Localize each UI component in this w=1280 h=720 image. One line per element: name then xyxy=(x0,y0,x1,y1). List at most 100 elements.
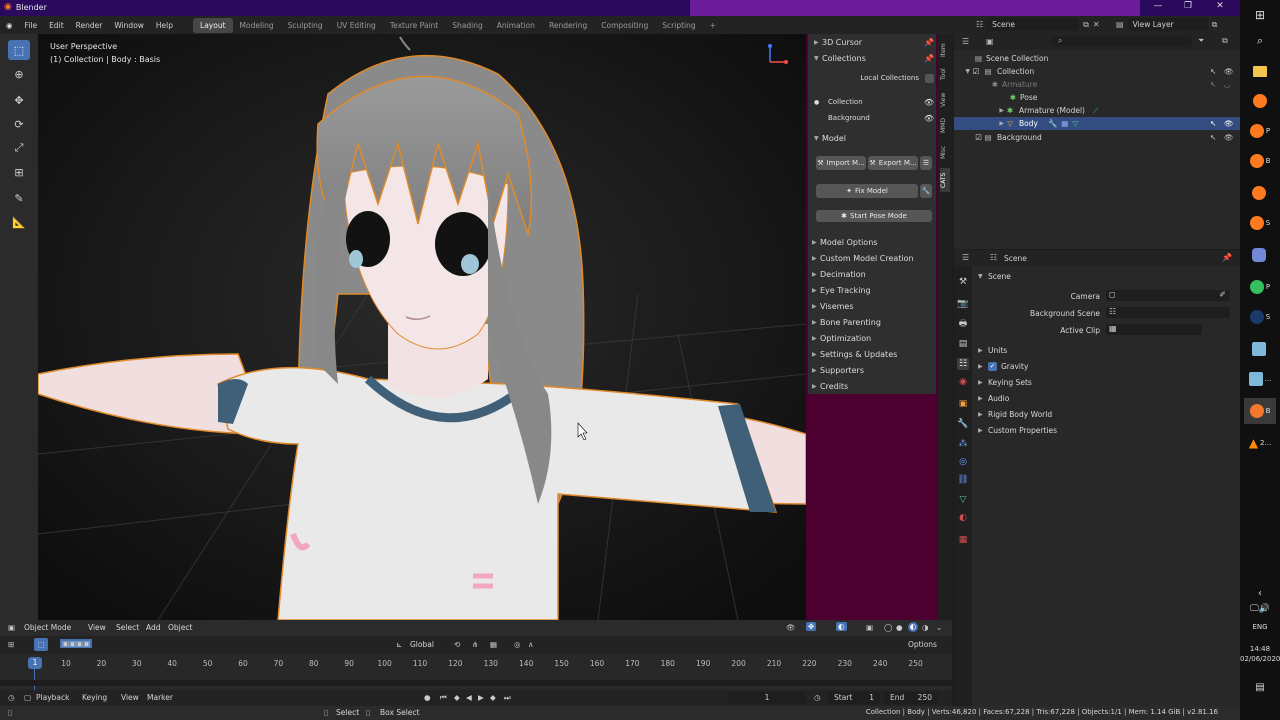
tab-shading[interactable]: Shading xyxy=(445,18,489,33)
data-props-icon[interactable]: ▽ xyxy=(957,494,969,506)
checkbox-icon[interactable]: ☑ xyxy=(954,133,982,142)
snap-target-icon[interactable]: ▦ xyxy=(490,640,497,649)
measure-tool-icon[interactable]: 📐 xyxy=(8,212,30,232)
firefox-window-icon[interactable]: S xyxy=(1244,210,1276,236)
select-box-mode-icon[interactable]: ⬚ xyxy=(34,638,48,651)
fix-model-settings-button[interactable]: 🔧 xyxy=(920,184,932,198)
hidden-eye-icon[interactable]: ◡ xyxy=(1224,80,1231,89)
new-collection-icon[interactable]: ⧉ xyxy=(1222,36,1228,46)
app-green-icon[interactable]: P xyxy=(1244,274,1276,300)
section-supporters[interactable]: ▶ Supporters xyxy=(812,364,932,376)
jump-end-icon[interactable]: ⏭ xyxy=(504,693,511,703)
outliner-row[interactable]: ▼ ☑ ▤ Collection ↖ 👁 xyxy=(954,65,1240,78)
falloff-icon[interactable]: ∧ xyxy=(528,640,534,649)
timeline-editor-icon[interactable]: ◷ xyxy=(8,693,15,702)
proportional-edit-icon[interactable]: ◎ xyxy=(514,640,521,649)
firefox-window-icon[interactable]: P xyxy=(1244,118,1276,144)
tab-item[interactable]: Item xyxy=(940,40,950,60)
outliner-row[interactable]: ☑ ▤ Background ↖ 👁 xyxy=(954,131,1240,144)
select-arrow-icon[interactable]: ↖ xyxy=(1210,67,1216,76)
outliner-scene-collection[interactable]: ▤ Scene Collection xyxy=(954,52,1240,65)
render-props-icon[interactable]: 📷 xyxy=(957,298,969,310)
pin-icon[interactable]: 📌 xyxy=(924,54,934,63)
menu-edit[interactable]: Edit xyxy=(43,21,70,30)
select-arrow-icon[interactable]: ↖ xyxy=(1210,119,1216,128)
windows-start-icon[interactable]: ⊞ xyxy=(1244,2,1276,28)
outliner-editor-icon[interactable]: ☰ xyxy=(962,37,969,46)
gizmo-toggle-icon[interactable]: ✥ xyxy=(806,622,817,631)
eye-icon[interactable]: 👁 xyxy=(924,98,934,107)
select-arrow-icon[interactable]: ↖ xyxy=(1210,133,1216,142)
taskbar-search-icon[interactable]: ⌕ xyxy=(1244,28,1276,54)
constraints-props-icon[interactable]: ⛓ xyxy=(957,474,969,486)
tab-cats[interactable]: CATS xyxy=(940,168,950,192)
tab-view[interactable]: View xyxy=(940,90,950,110)
clock-icon[interactable]: ◷ xyxy=(814,693,821,702)
output-props-icon[interactable]: 🖶 xyxy=(957,318,969,330)
camera-field[interactable]: ◻ ✐ xyxy=(1106,290,1230,301)
display-mode-icon[interactable]: ▣ xyxy=(986,37,994,46)
mode-selector[interactable]: Object Mode xyxy=(24,623,71,632)
scene-selector[interactable]: ☷ Scene ⧉ ✕ xyxy=(976,18,1100,31)
transform-tool-icon[interactable]: ⊞ xyxy=(8,162,30,182)
menu-view[interactable]: View xyxy=(88,623,106,632)
tool-settings-icon[interactable]: ⊞ xyxy=(8,640,14,649)
scene-panel-header[interactable]: ▼ Scene xyxy=(978,272,1011,281)
menu-select[interactable]: Select xyxy=(116,623,139,632)
modifier-props-icon[interactable]: 🔧 xyxy=(957,418,969,430)
minimize-button[interactable]: — xyxy=(1148,1,1168,11)
keying-sets-panel[interactable]: ▶ Keying Sets xyxy=(978,378,1032,387)
scale-tool-icon[interactable]: ⤢ xyxy=(8,138,30,158)
end-frame-field[interactable]: End 250 xyxy=(884,692,938,704)
scene-name-field[interactable]: Scene xyxy=(987,18,1080,31)
play-icon[interactable]: ▶ xyxy=(478,693,484,702)
options-dropdown[interactable]: Options xyxy=(908,640,937,649)
world-props-icon[interactable]: ◉ xyxy=(957,376,969,388)
timeline-scrollbar[interactable] xyxy=(0,680,952,686)
outliner-row[interactable]: ✱ Armature ↖ ◡ xyxy=(954,78,1240,91)
tab-scripting[interactable]: Scripting xyxy=(655,18,702,33)
select-arrow-icon[interactable]: ↖ xyxy=(1210,80,1216,89)
record-icon[interactable]: ● xyxy=(424,693,431,702)
vlc-icon[interactable]: ▲ 2... xyxy=(1244,430,1276,456)
wireframe-shading-icon[interactable]: ◯ xyxy=(884,623,892,632)
file-explorer-icon[interactable] xyxy=(1244,58,1276,84)
cursor-tool-icon[interactable]: ⊕ xyxy=(8,64,30,84)
app-cube-icon[interactable] xyxy=(1244,336,1276,362)
shading-options-icon[interactable]: ⌄ xyxy=(936,623,942,632)
visibility-icon[interactable]: 👁 xyxy=(786,623,796,632)
menu-object[interactable]: Object xyxy=(168,623,192,632)
menu-marker[interactable]: Marker xyxy=(147,693,173,702)
section-decimation[interactable]: ▶ Decimation xyxy=(812,268,932,280)
local-collections-toggle[interactable]: Local Collections xyxy=(814,72,934,84)
outliner-row[interactable]: ▶ ▽ Body 🔧 ▦ ▽ ↖ 👁 xyxy=(954,117,1240,130)
section-model-options[interactable]: ▶ Model Options xyxy=(812,236,932,248)
select-box-tool-icon[interactable]: ⬚ xyxy=(8,40,30,60)
pin-icon[interactable]: 📌 xyxy=(1222,253,1232,262)
eye-icon[interactable]: 👁 xyxy=(924,114,934,123)
menu-help[interactable]: Help xyxy=(150,21,179,30)
pivot-icon[interactable]: ⟲ xyxy=(454,640,460,649)
audio-panel[interactable]: ▶ Audio xyxy=(978,394,1009,403)
tab-uv-editing[interactable]: UV Editing xyxy=(330,18,383,33)
import-model-button[interactable]: ⚒ Import M... xyxy=(816,156,866,170)
solid-shading-icon[interactable]: ● xyxy=(896,623,903,632)
new-view-layer-icon[interactable]: ⧉ xyxy=(1212,20,1218,30)
tab-tool[interactable]: Tool xyxy=(940,64,950,84)
tab-rendering[interactable]: Rendering xyxy=(542,18,594,33)
menu-render[interactable]: Render xyxy=(70,21,109,30)
timeline-editor[interactable]: 10 20 30 40 50 60 70 80 90 100 110 120 130 140 150 160 1… xyxy=(0,654,952,690)
discord-icon[interactable] xyxy=(1244,242,1276,268)
eye-icon[interactable]: 👁 xyxy=(1224,133,1234,142)
units-panel[interactable]: ▶ Units xyxy=(978,346,1007,355)
menu-timeline-view[interactable]: View xyxy=(121,693,139,702)
custom-properties-panel[interactable]: ▶ Custom Properties xyxy=(978,426,1057,435)
outliner-row[interactable]: ▶ ✱ Armature (Model) ⟋ xyxy=(954,104,1240,117)
section-visemes[interactable]: ▶ Visemes xyxy=(812,300,932,312)
section-custom-model-creation[interactable]: ▶ Custom Model Creation xyxy=(812,252,932,264)
model-menu-button[interactable]: ☰ xyxy=(920,156,932,170)
tab-mmd[interactable]: MMD xyxy=(940,116,950,136)
gravity-panel[interactable]: ▶ ✓ Gravity xyxy=(978,362,1028,371)
section-collections[interactable]: ▼ Collections 📌 xyxy=(814,52,934,64)
physics-props-icon[interactable]: ◎ xyxy=(957,456,969,468)
